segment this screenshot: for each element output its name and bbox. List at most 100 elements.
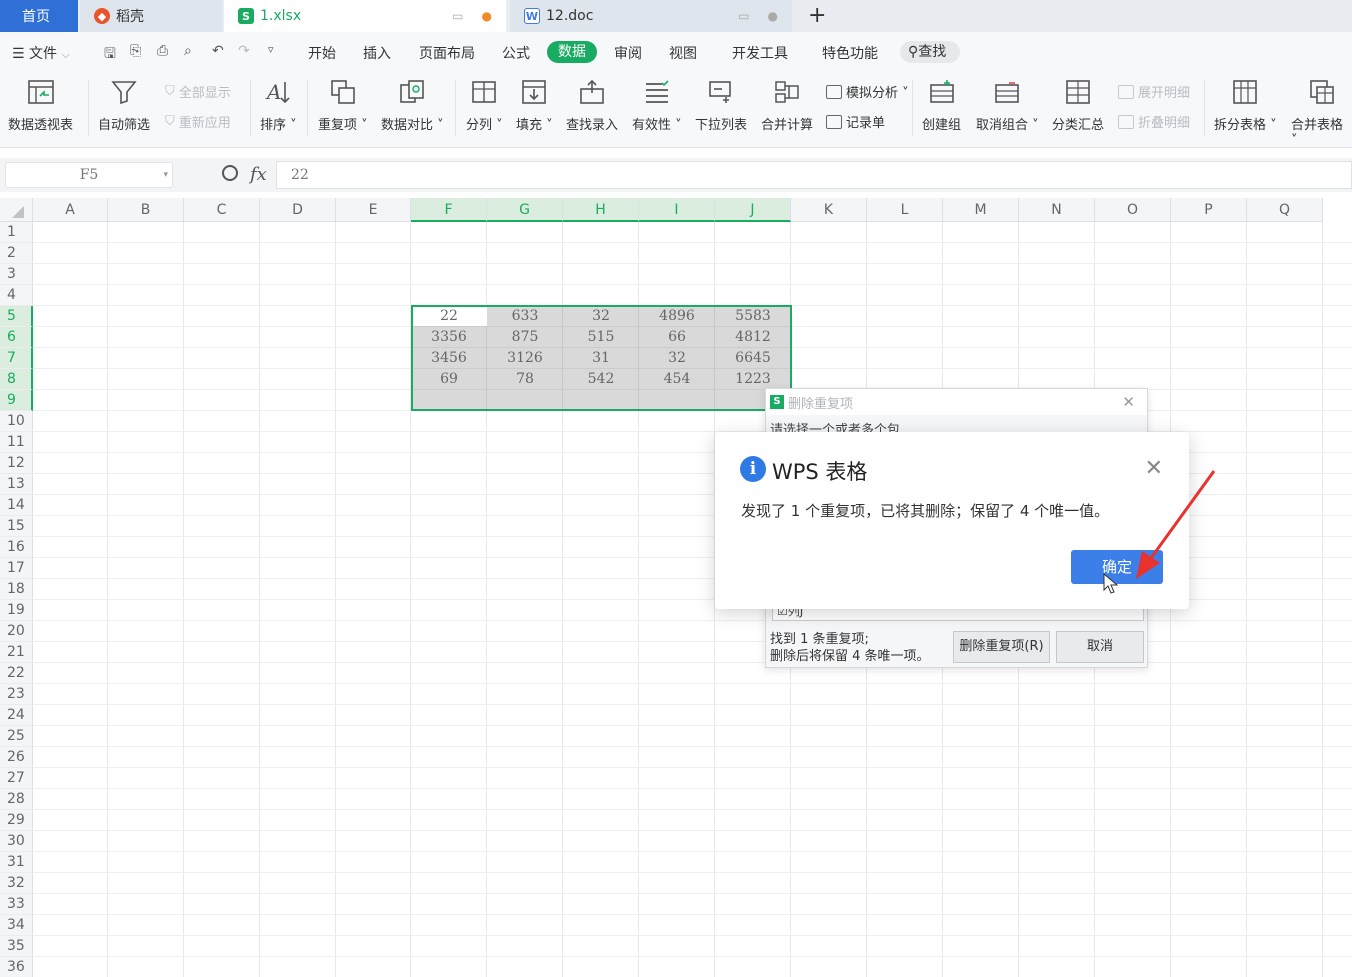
row-header-22[interactable]: 22	[0, 663, 33, 684]
cell-value[interactable]: 4896	[639, 306, 715, 327]
row-header-26[interactable]: 26	[0, 747, 33, 768]
column-header-n[interactable]: N	[1019, 198, 1095, 222]
column-header-i[interactable]: I	[639, 198, 715, 222]
column-header-f[interactable]: F	[411, 198, 487, 222]
menu-data[interactable]: 数据	[547, 41, 597, 63]
row-header-13[interactable]: 13	[0, 474, 33, 495]
column-header-b[interactable]: B	[108, 198, 184, 222]
split-column-button[interactable]: 分列 ˅	[466, 78, 503, 133]
close-icon[interactable]: ✕	[1122, 393, 1135, 411]
row-header-9[interactable]: 9	[0, 390, 33, 411]
fx-icon[interactable]: fx	[250, 164, 267, 185]
name-box[interactable]: F5 ▾	[5, 162, 173, 188]
cell-value[interactable]: 4812	[715, 327, 791, 348]
fill-button[interactable]: 填充 ˅	[516, 78, 553, 133]
validity-button[interactable]: 有效性 ˅	[632, 78, 682, 133]
row-header-5[interactable]: 5	[0, 306, 33, 327]
row-header-35[interactable]: 35	[0, 936, 33, 957]
row-header-19[interactable]: 19	[0, 600, 33, 621]
autofilter-button[interactable]: 自动筛选	[98, 78, 150, 133]
select-all-corner[interactable]	[0, 198, 33, 222]
row-header-27[interactable]: 27	[0, 768, 33, 789]
dropdown-list-button[interactable]: 下拉列表	[695, 78, 747, 133]
sort-button[interactable]: A 排序 ˅	[260, 78, 297, 133]
row-header-36[interactable]: 36	[0, 957, 33, 977]
menu-developer[interactable]: 开发工具	[732, 43, 788, 63]
row-header-7[interactable]: 7	[0, 348, 33, 369]
search-button[interactable]: ⚲查找	[900, 41, 960, 63]
tab-doc[interactable]: W 12.doc ▭ ●	[510, 0, 792, 32]
row-header-32[interactable]: 32	[0, 873, 33, 894]
cell-value[interactable]: 633	[487, 306, 563, 327]
cell-value[interactable]: 515	[563, 327, 639, 348]
formula-input[interactable]: 22	[276, 161, 1352, 189]
row-header-2[interactable]: 2	[0, 243, 33, 264]
present-icon[interactable]: ▭	[452, 9, 463, 23]
row-header-30[interactable]: 30	[0, 831, 33, 852]
column-header-m[interactable]: M	[943, 198, 1019, 222]
row-header-12[interactable]: 12	[0, 453, 33, 474]
subtotal-button[interactable]: 分类汇总	[1052, 78, 1104, 133]
cell-value[interactable]: 1223	[715, 369, 791, 390]
reapply-button[interactable]: ⛉ 重新应用	[165, 112, 231, 131]
menu-insert[interactable]: 插入	[363, 43, 391, 63]
cell-value[interactable]: 6645	[715, 348, 791, 369]
delete-duplicates-button[interactable]: 删除重复项(R)	[953, 631, 1050, 663]
save-icon[interactable]: 🖫	[104, 43, 116, 67]
row-header-34[interactable]: 34	[0, 915, 33, 936]
column-header-k[interactable]: K	[791, 198, 867, 222]
row-header-10[interactable]: 10	[0, 411, 33, 432]
row-header-18[interactable]: 18	[0, 579, 33, 600]
ungroup-button[interactable]: 取消组合 ˅	[976, 78, 1039, 133]
row-header-25[interactable]: 25	[0, 726, 33, 747]
cell-value[interactable]: 66	[639, 327, 715, 348]
column-header-c[interactable]: C	[184, 198, 260, 222]
cell-value[interactable]: 69	[411, 369, 487, 390]
print-preview-icon[interactable]: ⌕	[184, 43, 192, 59]
simulate-analysis-button[interactable]: 模拟分析 ˅	[826, 82, 909, 101]
column-header-q[interactable]: Q	[1247, 198, 1323, 222]
row-header-24[interactable]: 24	[0, 705, 33, 726]
record-sheet-button[interactable]: 记录单	[826, 112, 885, 131]
cell-value[interactable]: 875	[487, 327, 563, 348]
create-group-button[interactable]: 创建组	[922, 78, 961, 133]
row-header-15[interactable]: 15	[0, 516, 33, 537]
row-header-29[interactable]: 29	[0, 810, 33, 831]
column-header-l[interactable]: L	[867, 198, 943, 222]
column-header-h[interactable]: H	[563, 198, 639, 222]
row-header-8[interactable]: 8	[0, 369, 33, 390]
format-painter-icon[interactable]: ⎘	[130, 43, 141, 59]
new-tab-button[interactable]: +	[808, 3, 826, 28]
tab-daoke[interactable]: ◆ 稻壳	[80, 0, 222, 32]
cell-value[interactable]: 3456	[411, 348, 487, 369]
column-header-o[interactable]: O	[1095, 198, 1171, 222]
tab-home[interactable]: 首页	[0, 0, 78, 32]
tab-xlsx[interactable]: S 1.xlsx ▭ ●	[224, 0, 506, 32]
column-header-a[interactable]: A	[33, 198, 108, 222]
pivot-table-button[interactable]: 数据透视表	[8, 78, 73, 133]
menu-special[interactable]: 特色功能	[822, 43, 878, 63]
row-header-3[interactable]: 3	[0, 264, 33, 285]
lookup-entry-button[interactable]: 查找录入	[566, 78, 618, 133]
print-icon[interactable]: ⎙	[157, 43, 168, 59]
cell-value[interactable]: 3356	[411, 327, 487, 348]
customize-quick-access-icon[interactable]: ▿	[268, 43, 274, 56]
consolidate-button[interactable]: 合并计算	[761, 78, 813, 133]
column-header-g[interactable]: G	[487, 198, 563, 222]
row-header-14[interactable]: 14	[0, 495, 33, 516]
row-header-17[interactable]: 17	[0, 558, 33, 579]
redo-icon[interactable]: ↷	[238, 43, 250, 59]
duplicates-button[interactable]: 重复项 ˅	[318, 78, 368, 133]
cell-value[interactable]: 454	[639, 369, 715, 390]
row-header-20[interactable]: 20	[0, 621, 33, 642]
row-header-1[interactable]: 1	[0, 222, 33, 243]
row-header-4[interactable]: 4	[0, 285, 33, 306]
cell-value[interactable]: 3126	[487, 348, 563, 369]
expand-detail-button[interactable]: 展开明细	[1118, 82, 1190, 101]
row-header-21[interactable]: 21	[0, 642, 33, 663]
cell-value[interactable]: 31	[563, 348, 639, 369]
collapse-detail-button[interactable]: 折叠明细	[1118, 112, 1190, 131]
file-menu[interactable]: ☰ 文件 ⌵	[12, 43, 70, 63]
row-header-11[interactable]: 11	[0, 432, 33, 453]
menu-formula[interactable]: 公式	[502, 43, 530, 63]
